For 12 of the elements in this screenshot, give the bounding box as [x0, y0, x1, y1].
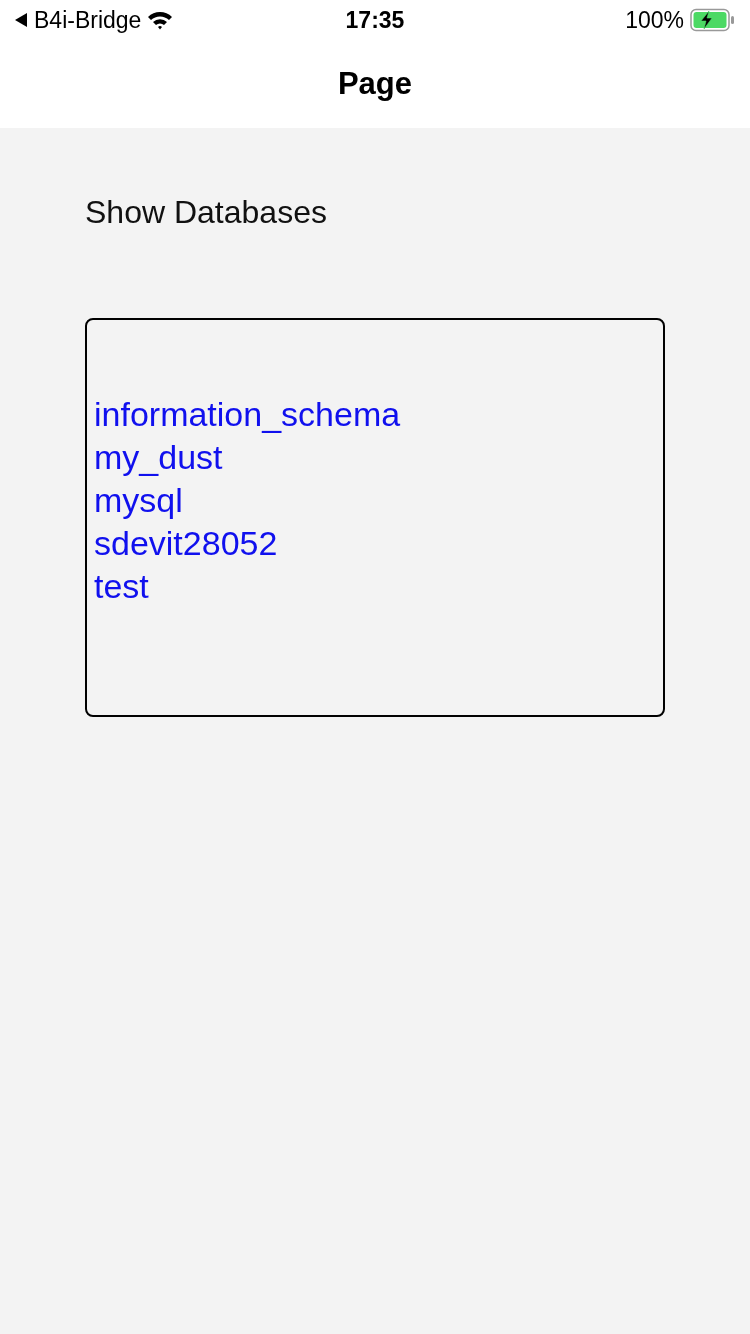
- battery-percent: 100%: [625, 6, 684, 34]
- clock-time: 17:35: [344, 6, 406, 34]
- show-databases-button[interactable]: Show Databases: [85, 194, 327, 231]
- database-name: sdevit28052: [94, 523, 279, 564]
- wifi-icon: [147, 10, 174, 30]
- back-app-label[interactable]: B4i-Bridge: [34, 6, 142, 34]
- database-name: test: [94, 566, 150, 607]
- nav-title: Page: [337, 66, 413, 102]
- database-name: mysql: [94, 480, 184, 521]
- back-triangle-icon[interactable]: [14, 12, 28, 28]
- database-name: information_schema: [94, 394, 402, 435]
- database-name: my_dust: [94, 437, 224, 478]
